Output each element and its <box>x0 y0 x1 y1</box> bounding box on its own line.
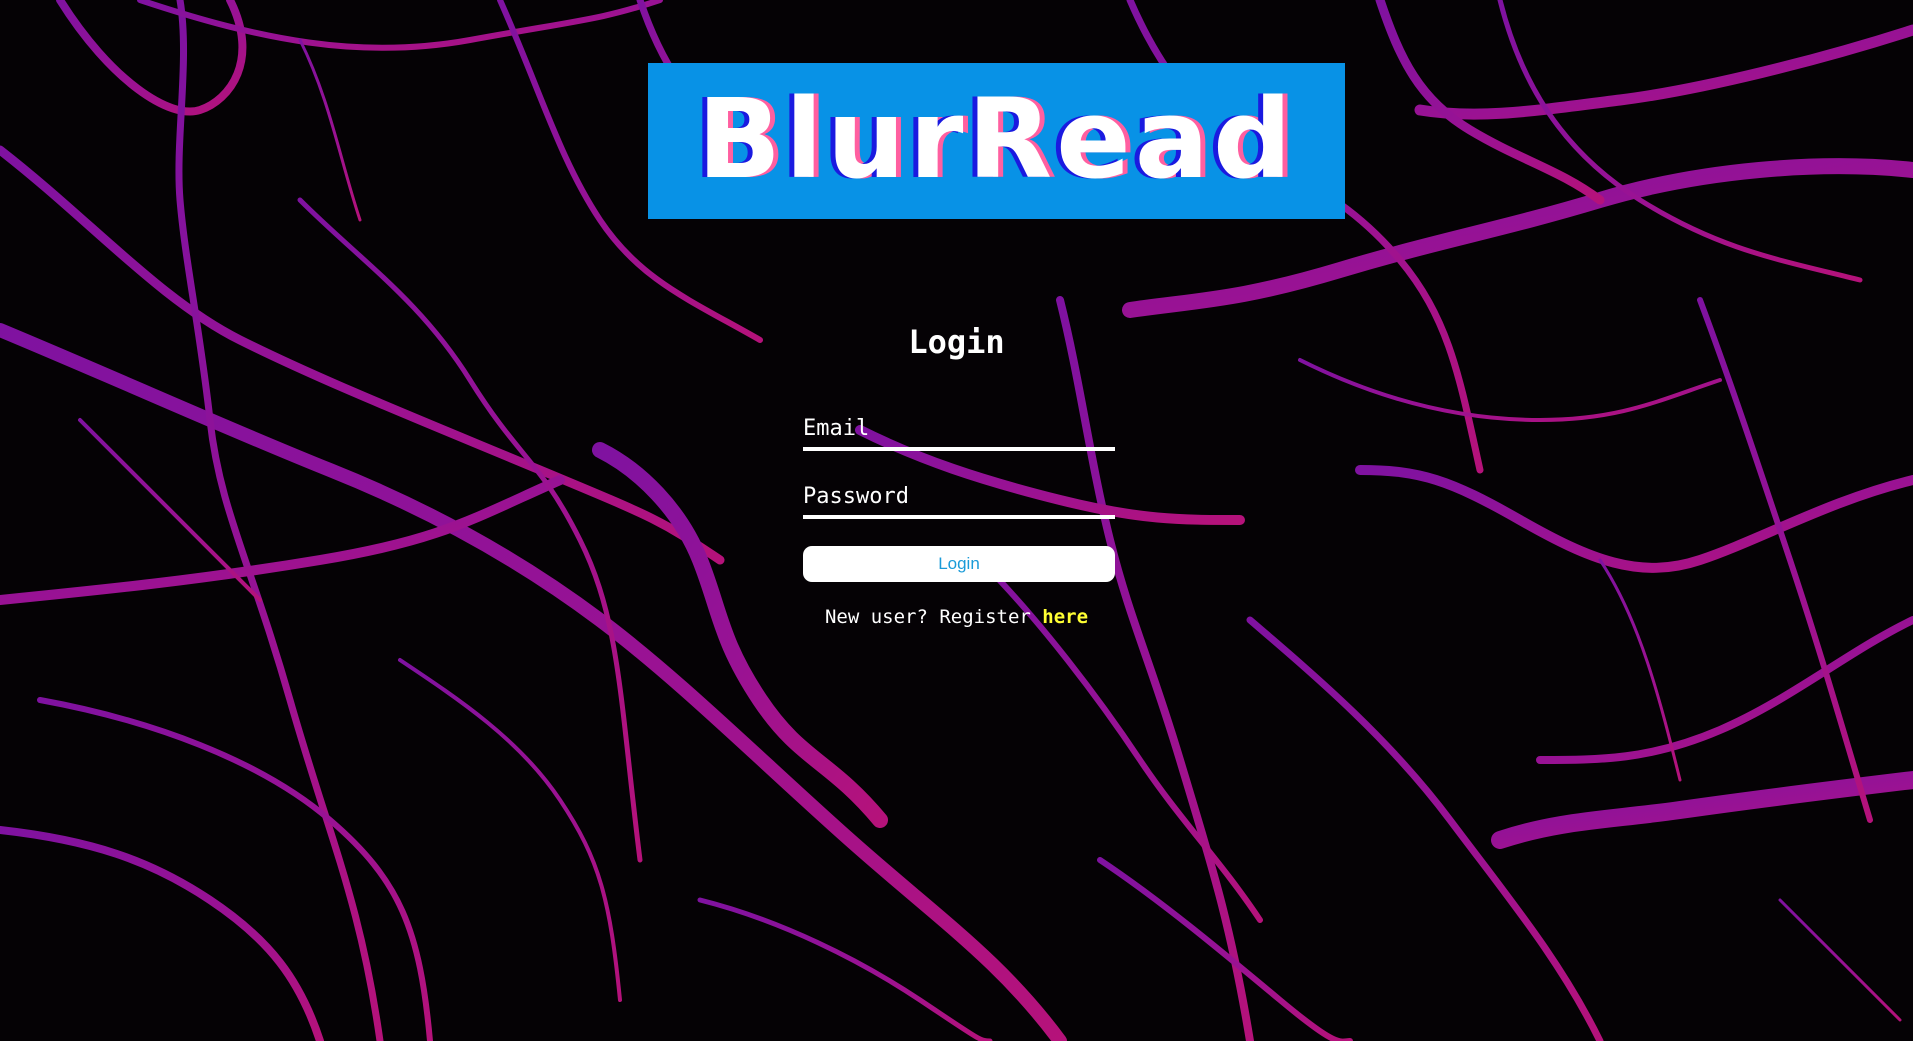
login-button[interactable]: Login <box>803 546 1115 582</box>
blurread-logo[interactable]: BlurRead <box>648 63 1345 219</box>
login-title: Login <box>908 323 1005 361</box>
page-background: BlurRead Login Login New user? Register … <box>0 0 1913 1041</box>
register-link[interactable]: here <box>1042 606 1088 628</box>
password-field[interactable] <box>803 477 1115 519</box>
register-prompt-line: New user? Register here <box>0 606 1913 628</box>
logo-text: BlurRead <box>697 75 1296 203</box>
email-field[interactable] <box>803 409 1115 451</box>
register-prompt-text: New user? Register <box>824 606 1031 628</box>
